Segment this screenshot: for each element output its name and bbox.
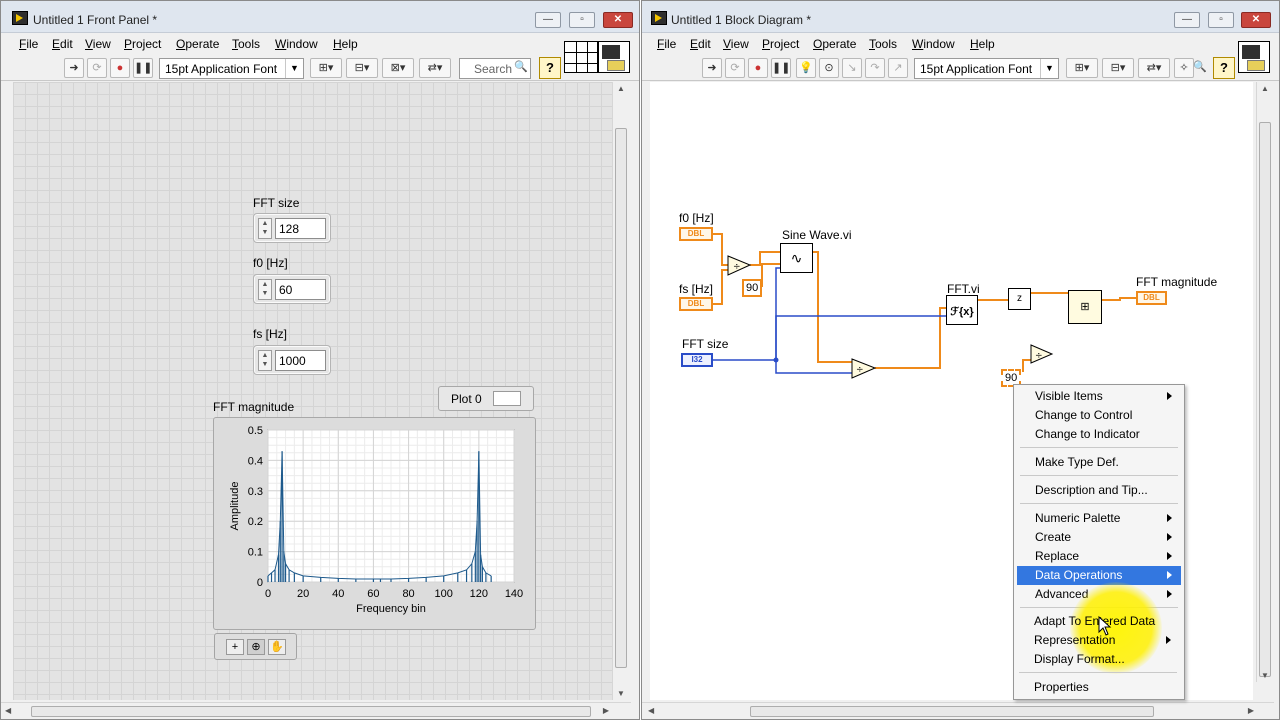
- menu-item-label: Properties: [1034, 680, 1089, 694]
- sine-wave-icon: ∿: [790, 250, 803, 266]
- fft-vi-label: FFT.vi: [947, 282, 980, 296]
- f0-terminal-label: f0 [Hz]: [679, 211, 714, 225]
- menu-separator: [1019, 672, 1177, 673]
- fft-symbol: ℱ{x}: [950, 306, 974, 318]
- wire-const-to-divide2[interactable]: [1022, 359, 1031, 372]
- complex-abs-node[interactable]: z: [1008, 288, 1031, 310]
- divide-symbol: ÷: [733, 262, 741, 272]
- submenu-arrow-icon: [1166, 636, 1171, 644]
- wire-subset-to-indicator[interactable]: [1102, 297, 1136, 301]
- wire-fftsize-to-fft[interactable]: [775, 315, 947, 360]
- menu-item-display-format[interactable]: Display Format...: [1016, 650, 1180, 669]
- divide-symbol: ÷: [1035, 351, 1043, 361]
- mouse-pointer-icon: [1098, 615, 1112, 636]
- fft-size-terminal-label: FFT size: [682, 337, 729, 351]
- array-subset-node[interactable]: ⊞: [1068, 290, 1102, 324]
- menu-item-properties[interactable]: Properties: [1016, 678, 1180, 697]
- fft-magnitude-terminal-label: FFT magnitude: [1136, 275, 1218, 289]
- wire-multiply-to-fft[interactable]: [875, 307, 947, 369]
- sine-wave-vi[interactable]: ∿: [780, 243, 813, 273]
- menu-item-label: Display Format...: [1034, 652, 1125, 666]
- menu-item-label: Adapt To Entered Data: [1034, 614, 1156, 628]
- wire-fs-to-divide[interactable]: [713, 269, 728, 305]
- context-menu-lower: Adapt To Entered Data Representation Dis…: [1013, 384, 1185, 700]
- fft-magnitude-terminal[interactable]: DBL: [1136, 291, 1167, 305]
- fft-vi[interactable]: ℱ{x}: [946, 295, 978, 325]
- f0-terminal[interactable]: DBL: [679, 227, 713, 241]
- fft-size-terminal[interactable]: I32: [681, 353, 713, 367]
- sine-wave-label: Sine Wave.vi: [782, 228, 852, 242]
- wire-junction: [773, 357, 779, 363]
- constant-90[interactable]: 90: [742, 279, 763, 297]
- divide-symbol: ÷: [856, 365, 864, 375]
- fs-terminal-label: fs [Hz]: [679, 282, 714, 296]
- fs-terminal[interactable]: DBL: [679, 297, 713, 311]
- wire-sine-to-multiply[interactable]: [812, 251, 852, 363]
- wire-f0-to-divide[interactable]: [713, 233, 728, 266]
